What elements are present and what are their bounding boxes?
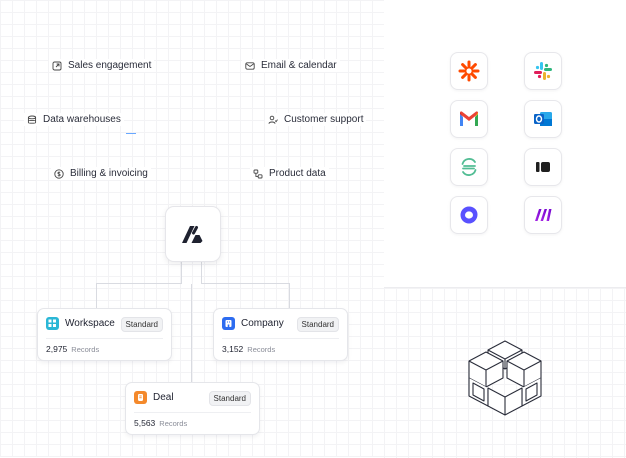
object-name: Company bbox=[241, 318, 284, 329]
category-label: Data warehouses bbox=[43, 114, 121, 125]
divider bbox=[46, 338, 163, 339]
company-icon bbox=[222, 317, 235, 330]
active-underline bbox=[126, 133, 136, 134]
category-label: Billing & invoicing bbox=[70, 168, 148, 179]
object-card-workspace[interactable]: Workspace Standard 2,975 Records bbox=[37, 308, 172, 361]
zapier-icon bbox=[458, 60, 480, 82]
mail-icon bbox=[245, 61, 255, 70]
app-tile-outreach[interactable] bbox=[450, 196, 488, 234]
status-badge: Standard bbox=[208, 391, 251, 406]
divider bbox=[134, 412, 251, 413]
external-link-icon bbox=[52, 61, 62, 70]
connector-line bbox=[181, 260, 182, 284]
category-label: Email & calendar bbox=[261, 60, 337, 71]
category-email-calendar: Email & calendar bbox=[242, 59, 340, 72]
record-count-label: Records bbox=[247, 345, 276, 354]
app-tile-make[interactable] bbox=[524, 196, 562, 234]
attio-logo-tile bbox=[165, 206, 221, 262]
category-customer-support: Customer support bbox=[265, 113, 367, 126]
record-count-label: Records bbox=[159, 419, 188, 428]
database-icon bbox=[27, 115, 37, 124]
object-name: Deal bbox=[153, 392, 174, 403]
attio-logo-icon bbox=[182, 226, 203, 243]
connector-line bbox=[96, 283, 182, 284]
dollar-circle-icon bbox=[54, 168, 64, 179]
divider bbox=[222, 338, 339, 339]
connector-line bbox=[201, 260, 202, 284]
outreach-icon bbox=[460, 206, 478, 224]
connector-line bbox=[201, 283, 290, 284]
app-tile-segment[interactable] bbox=[450, 148, 488, 186]
category-sales-engagement: Sales engagement bbox=[49, 59, 155, 72]
category-data-warehouses: Data warehouses bbox=[24, 113, 124, 126]
object-card-deal[interactable]: Deal Standard 5,563 Records bbox=[125, 382, 260, 435]
outlook-icon bbox=[534, 112, 552, 126]
status-badge: Standard bbox=[296, 317, 339, 332]
segment-icon bbox=[461, 158, 477, 176]
record-count: 3,152 bbox=[222, 344, 244, 354]
make-icon bbox=[535, 209, 552, 221]
app-tile-outlook[interactable] bbox=[524, 100, 562, 138]
product-data-icon bbox=[253, 169, 263, 178]
record-count-label: Records bbox=[71, 345, 100, 354]
category-label: Sales engagement bbox=[68, 60, 152, 71]
gmail-icon bbox=[460, 111, 478, 126]
user-support-icon bbox=[268, 115, 278, 124]
app-tile-zapier[interactable] bbox=[450, 52, 488, 90]
workspace-icon bbox=[46, 317, 59, 330]
app-grid-panel bbox=[384, 0, 626, 287]
app-tile-slack[interactable] bbox=[524, 52, 562, 90]
status-badge: Standard bbox=[120, 317, 163, 332]
category-product-data: Product data bbox=[250, 167, 329, 180]
isometric-cube-icon bbox=[468, 340, 542, 416]
slack-icon bbox=[534, 62, 552, 80]
intercom-icon bbox=[536, 162, 550, 172]
app-tile-gmail[interactable] bbox=[450, 100, 488, 138]
record-count: 2,975 bbox=[46, 344, 68, 354]
connector-line bbox=[96, 283, 97, 308]
connector-line bbox=[191, 284, 192, 382]
object-card-company[interactable]: Company Standard 3,152 Records bbox=[213, 308, 348, 361]
app-tile-intercom[interactable] bbox=[524, 148, 562, 186]
object-name: Workspace bbox=[65, 318, 115, 329]
category-billing-invoicing: Billing & invoicing bbox=[51, 167, 151, 180]
category-label: Customer support bbox=[284, 114, 364, 125]
deal-icon bbox=[134, 391, 147, 404]
category-label: Product data bbox=[269, 168, 326, 179]
record-count: 5,563 bbox=[134, 418, 156, 428]
connector-line bbox=[289, 283, 290, 308]
